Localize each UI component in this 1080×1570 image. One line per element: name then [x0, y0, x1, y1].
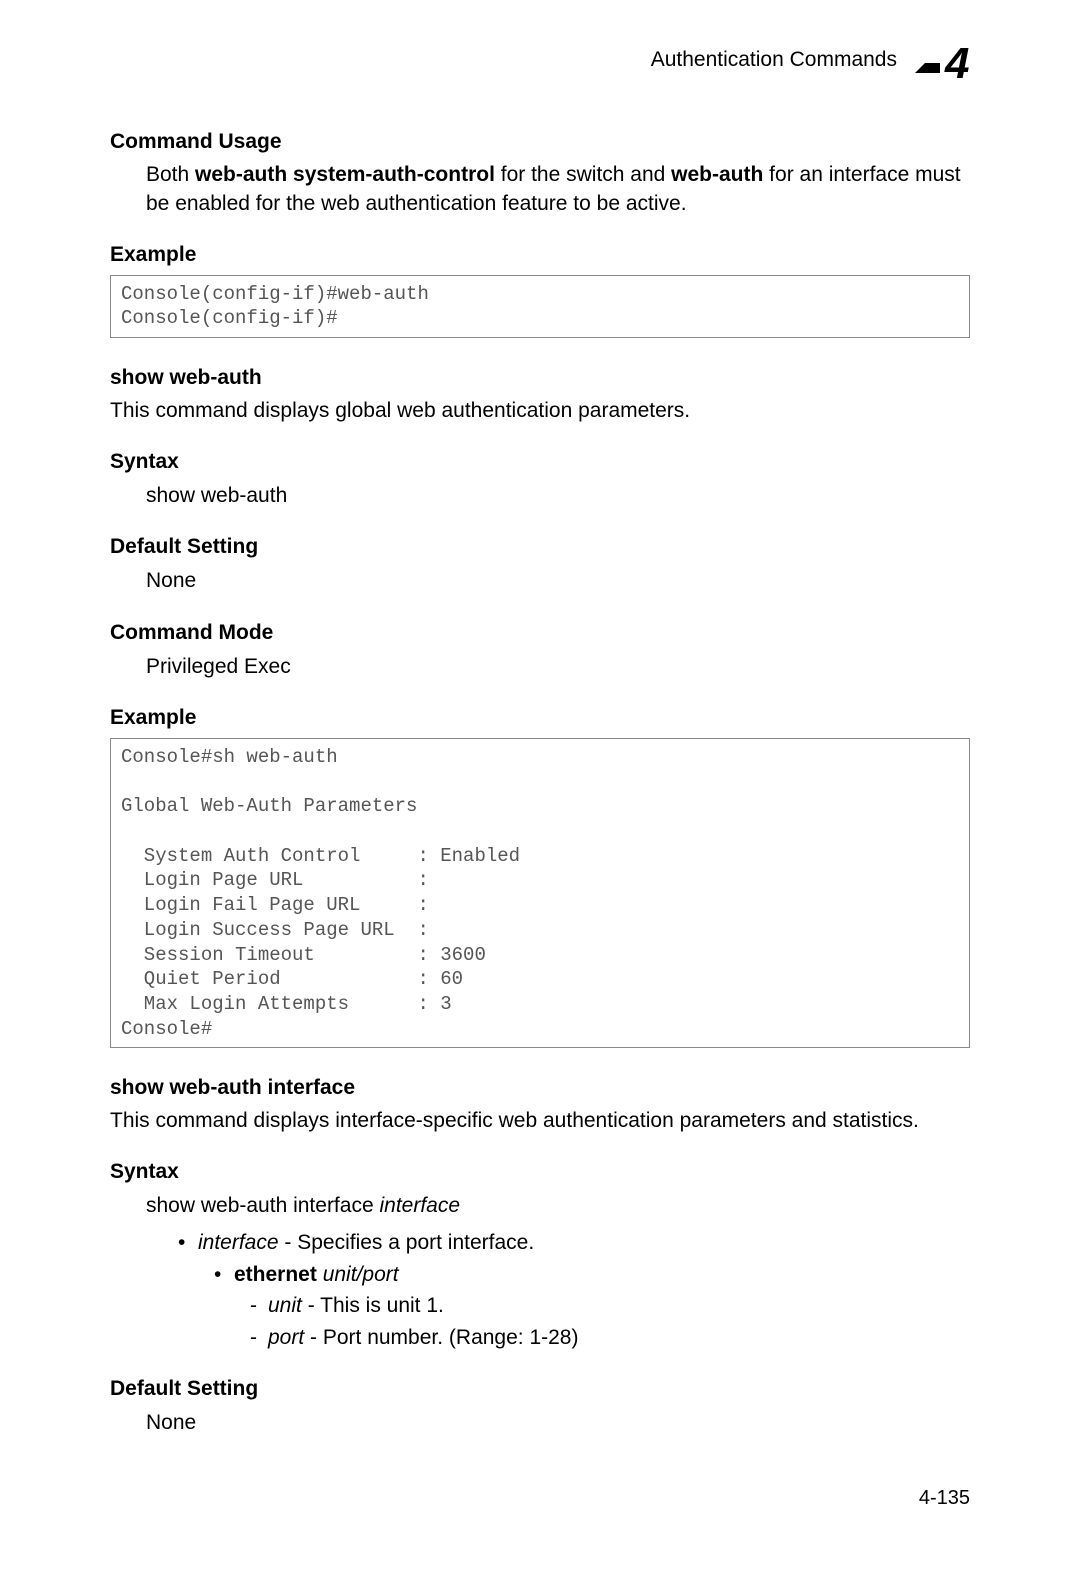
page-number: 4-135 [919, 1487, 970, 1510]
default-setting-heading: Default Setting [110, 535, 970, 559]
dash-icon: - [250, 1322, 268, 1354]
text-fragment: Both [146, 163, 195, 186]
dash-icon: - [250, 1290, 268, 1322]
syntax-heading-2: Syntax [110, 1160, 970, 1184]
default-setting-text: None [146, 565, 970, 597]
italic-term: interface [198, 1231, 279, 1254]
show-web-auth-interface-heading: show web-auth interface [110, 1076, 970, 1100]
italic-term: interface [379, 1194, 460, 1217]
italic-term: port [268, 1326, 304, 1349]
bullet-icon: • [178, 1227, 198, 1259]
text-fragment: for the switch and [495, 163, 671, 186]
code-example-2: Console#sh web-auth Global Web-Auth Para… [110, 738, 970, 1048]
text-fragment: - Specifies a port interface. [279, 1231, 535, 1254]
italic-term: unit [268, 1294, 302, 1317]
italic-term: port [362, 1263, 398, 1286]
chapter-digit: 4 [944, 40, 969, 80]
page-header: Authentication Commands 4 [110, 40, 970, 80]
bold-term: ethernet [234, 1263, 317, 1286]
bold-term: web-auth [671, 163, 763, 186]
command-mode-heading: Command Mode [110, 621, 970, 645]
bullet-level-2: •ethernet unit/port [214, 1259, 970, 1291]
show-web-auth-description: This command displays global web authent… [110, 396, 970, 425]
text-fragment: - This is unit 1. [302, 1294, 444, 1317]
default-setting-text-2: None [146, 1407, 970, 1439]
code-example-1: Console(config-if)#web-auth Console(conf… [110, 275, 970, 338]
syntax-heading: Syntax [110, 450, 970, 474]
italic-term: unit [317, 1263, 357, 1286]
syntax-text: show web-auth [146, 480, 970, 512]
bullet-level-3a: -unit - This is unit 1. [250, 1290, 970, 1322]
example-heading: Example [110, 243, 970, 267]
bullet-level-1: •interface - Specifies a port interface. [178, 1227, 970, 1259]
command-usage-heading: Command Usage [110, 130, 970, 154]
default-setting-heading-2: Default Setting [110, 1377, 970, 1401]
bullet-level-3b: -port - Port number. (Range: 1-28) [250, 1322, 970, 1354]
example-heading-2: Example [110, 706, 970, 730]
show-web-auth-heading: show web-auth [110, 366, 970, 390]
header-title: Authentication Commands [651, 48, 897, 72]
command-usage-text: Both web-auth system-auth-control for th… [146, 160, 970, 219]
bullet-icon: • [214, 1259, 234, 1291]
text-fragment: - Port number. (Range: 1-28) [304, 1326, 578, 1349]
chapter-number-icon: 4 [915, 40, 970, 80]
command-mode-text: Privileged Exec [146, 651, 970, 683]
syntax-line: show web-auth interface interface [146, 1190, 970, 1222]
show-web-auth-interface-description: This command displays interface-specific… [110, 1106, 970, 1135]
text-fragment: show web-auth interface [146, 1194, 379, 1217]
bold-term: web-auth system-auth-control [195, 163, 495, 186]
